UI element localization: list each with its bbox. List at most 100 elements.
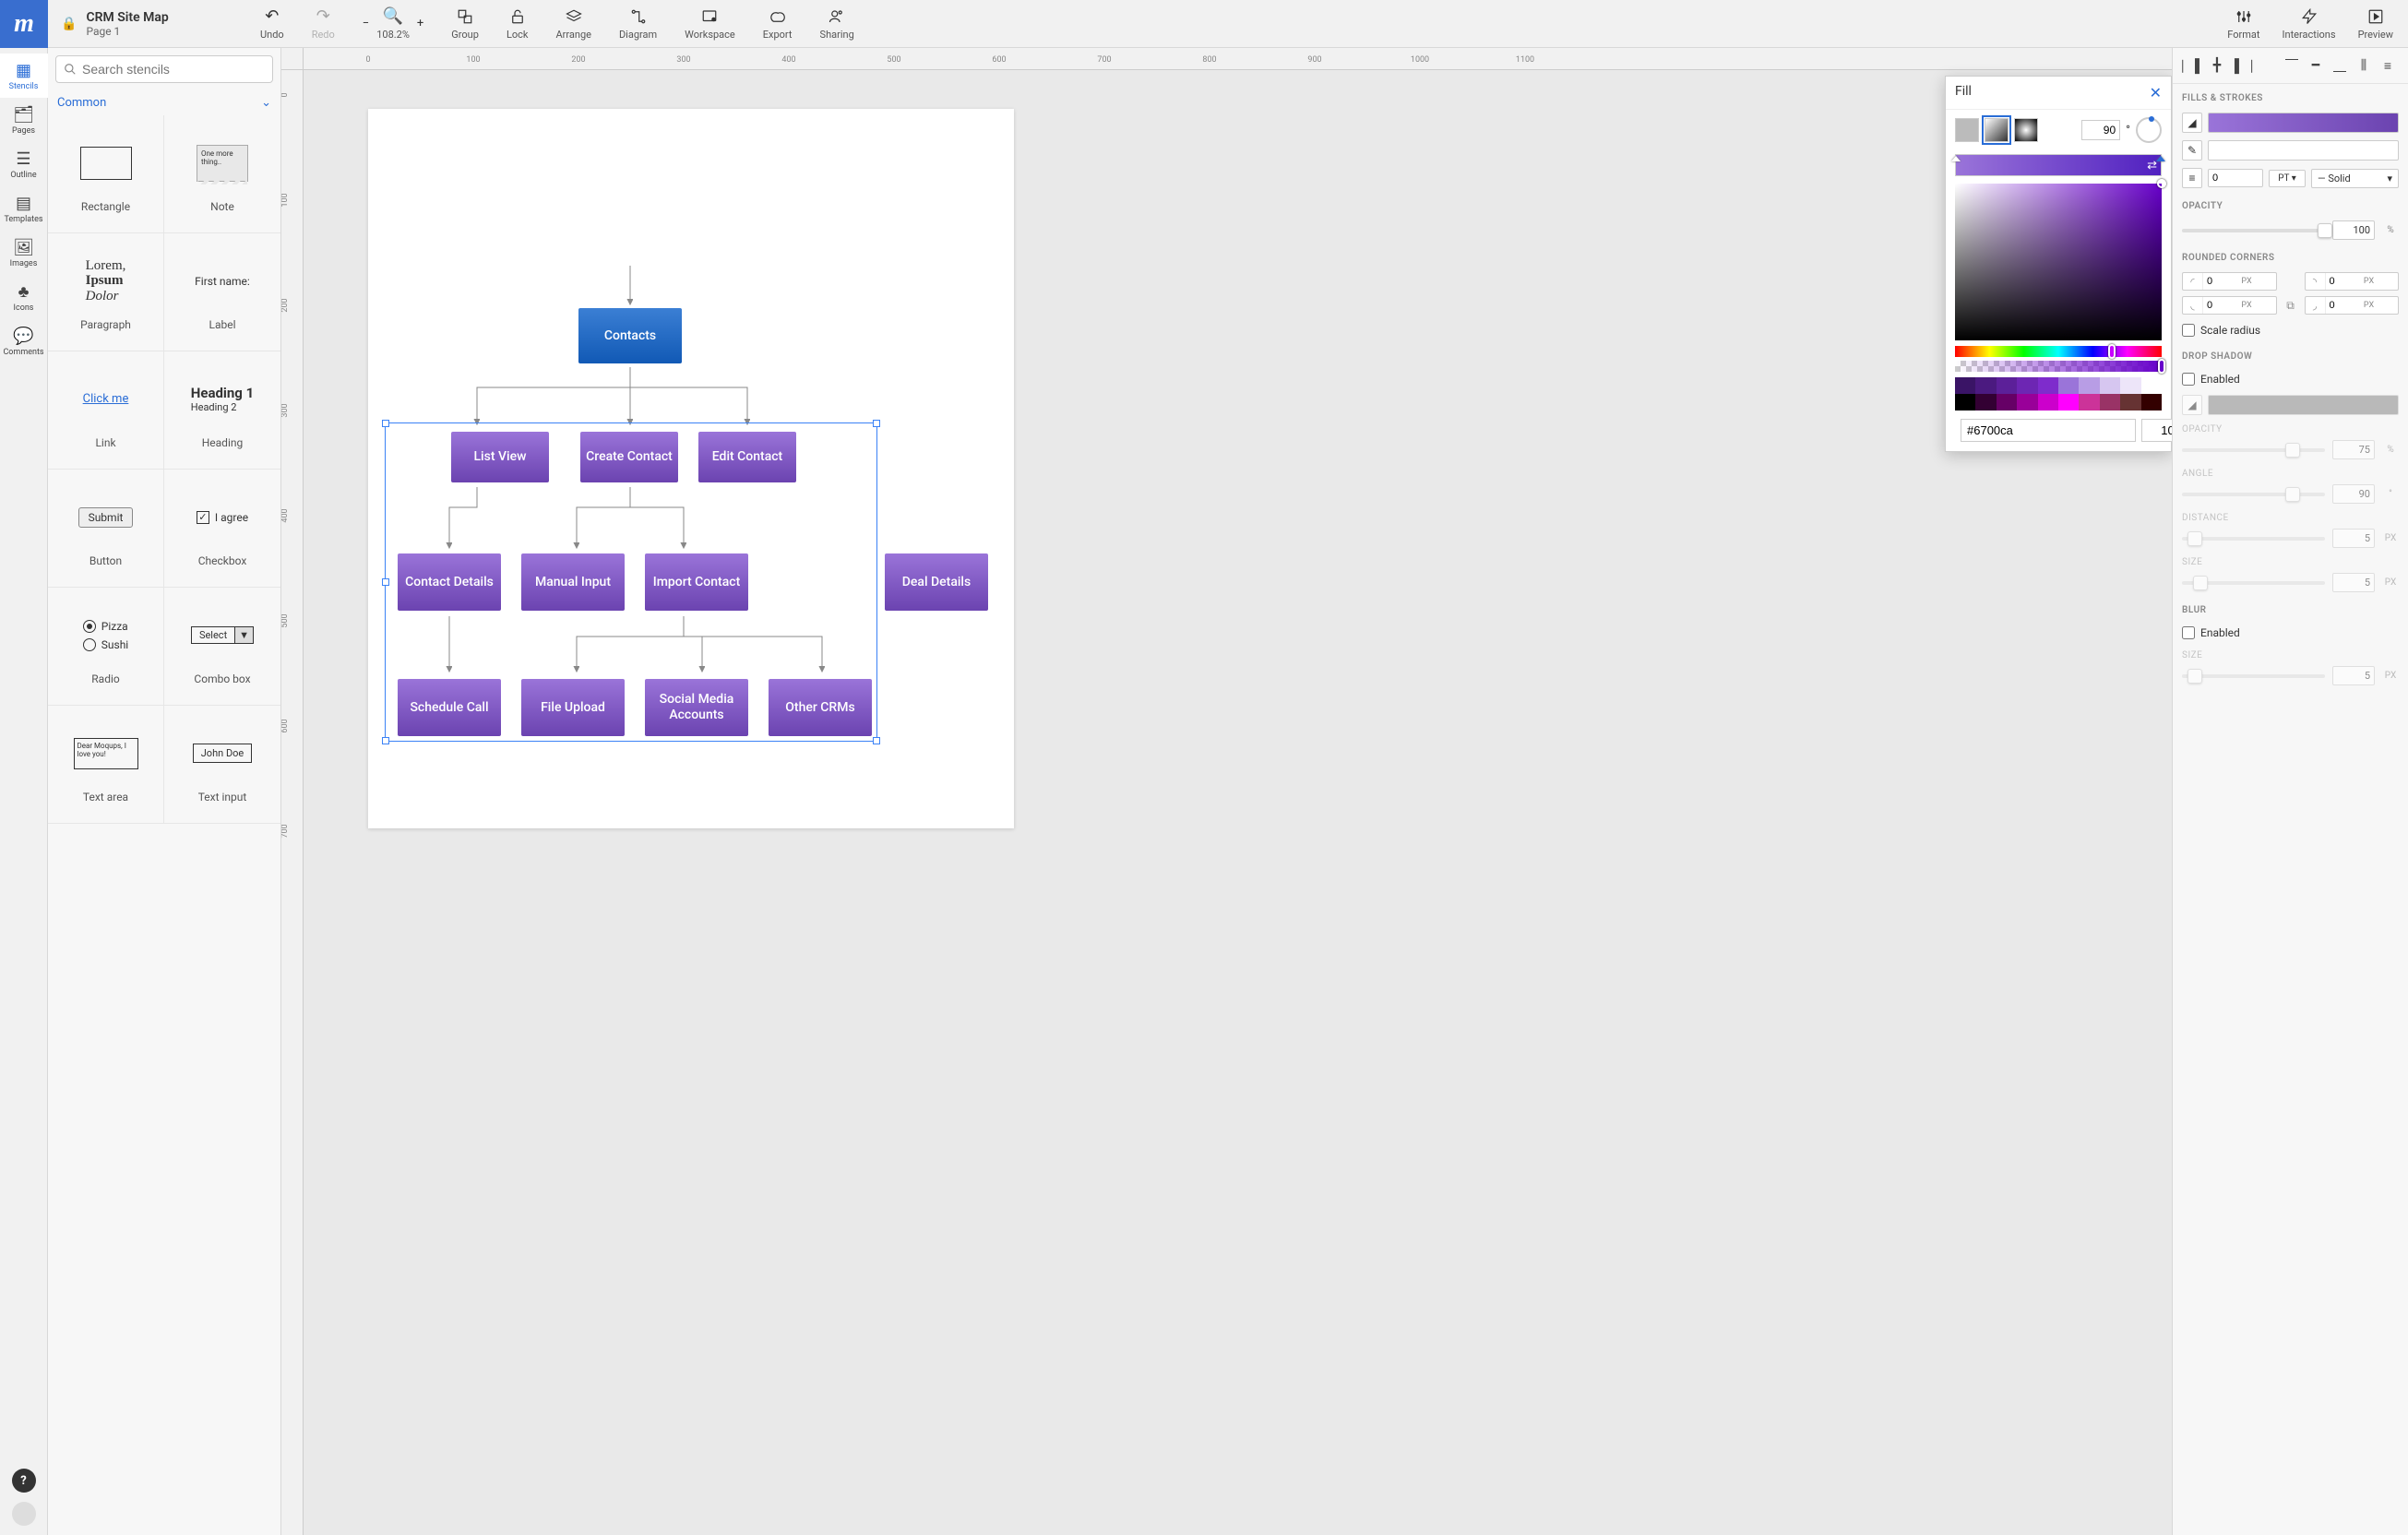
angle-dial[interactable] [2136,117,2162,143]
align-top-button[interactable]: ⎺ [2281,55,2303,76]
page-name[interactable]: Page 1 [86,25,168,38]
stroke-color-swatch[interactable] [2208,140,2399,161]
align-bottom-button[interactable]: ⎽ [2329,55,2351,76]
palette-swatch[interactable] [1997,394,2017,411]
palette-swatch[interactable] [1955,394,1975,411]
stencil-button[interactable]: SubmitButton [48,470,164,588]
node-dealdetails[interactable]: Deal Details [885,553,988,611]
link-corners-icon[interactable]: ⧉ [2283,299,2299,313]
palette-swatch[interactable] [2038,394,2058,411]
color-palette[interactable] [1955,377,2162,411]
shadow-distance-slider[interactable] [2182,537,2325,541]
palette-swatch[interactable] [2017,394,2037,411]
palette-swatch[interactable] [2079,394,2099,411]
rail-outline[interactable]: ☰Outline [0,142,48,186]
rail-images[interactable]: 🖼Images [0,231,48,275]
preview-button[interactable]: Preview [2358,7,2393,41]
palette-swatch[interactable] [2141,377,2162,394]
palette-swatch[interactable] [1955,377,1975,394]
stroke-width-input[interactable] [2208,169,2263,187]
rail-pages[interactable]: 🗂Pages [0,98,48,142]
opacity-value[interactable]: 100 [2332,220,2375,240]
stroke-unit-select[interactable]: PT ▾ [2269,170,2306,187]
palette-swatch[interactable] [2079,377,2099,394]
palette-swatch[interactable] [2058,394,2079,411]
stencil-label[interactable]: First name:Label [164,233,280,351]
gradient-angle-input[interactable] [2081,120,2120,140]
canvas-area[interactable]: 010020030040050060070080090010001100 010… [281,48,2172,1535]
palette-swatch[interactable] [2100,377,2120,394]
corner-tr-input[interactable]: ◝PX [2305,272,2400,291]
alpha-slider[interactable] [1955,361,2162,372]
export-button[interactable]: Export [763,7,793,41]
corner-tl-input[interactable]: ◜PX [2182,272,2277,291]
stencil-rectangle[interactable]: Rectangle [48,115,164,233]
zoom-out-button[interactable]: − [363,17,369,30]
palette-swatch[interactable] [2058,377,2079,394]
interactions-button[interactable]: Interactions [2283,7,2336,41]
shadow-angle-slider[interactable] [2182,493,2325,496]
lock-button[interactable]: Lock [507,7,529,41]
palette-swatch[interactable] [2100,394,2120,411]
alpha-input[interactable] [2141,419,2172,442]
node-manualinput[interactable]: Manual Input [521,553,625,611]
document-title[interactable]: CRM Site Map [86,10,168,25]
shadow-color-swatch[interactable] [2208,395,2399,415]
sharing-button[interactable]: Sharing [820,7,854,41]
app-logo[interactable]: m [0,0,48,48]
palette-swatch[interactable] [2038,377,2058,394]
node-fileupload[interactable]: File Upload [521,679,625,736]
node-contactdetails[interactable]: Contact Details [398,553,501,611]
node-schedulecall[interactable]: Schedule Call [398,679,501,736]
align-right-button[interactable]: ▐⎹ [2230,55,2252,76]
node-socialmedia[interactable]: Social Media Accounts [645,679,748,736]
hue-slider[interactable] [1955,346,2162,357]
stencil-link[interactable]: Click meLink [48,351,164,470]
corner-br-input[interactable]: ◞PX [2305,296,2400,315]
stencil-paragraph[interactable]: Lorem,IpsumDolorParagraph [48,233,164,351]
palette-swatch[interactable] [2141,394,2162,411]
redo-button[interactable]: ↷Redo [312,7,335,41]
rail-comments[interactable]: 💬Comments [0,319,48,363]
search-input[interactable] [55,55,273,83]
stencil-checkbox[interactable]: ✓I agreeCheckbox [164,470,280,588]
node-importcontact[interactable]: Import Contact [645,553,748,611]
stencil-section-header[interactable]: Common⌄ [48,90,280,115]
gradient-bar[interactable]: ⇄ [1955,154,2162,176]
palette-swatch[interactable] [1997,377,2017,394]
arrange-button[interactable]: Arrange [555,7,590,41]
workspace-button[interactable]: Workspace [685,7,735,41]
page-canvas[interactable]: Contacts List View Create Contact Edit C… [368,109,1014,828]
stencil-radio[interactable]: PizzaSushiRadio [48,588,164,706]
shadow-enabled-checkbox[interactable] [2182,373,2195,386]
distribute-h-button[interactable]: ⫼ [2353,55,2375,76]
palette-swatch[interactable] [1975,394,1996,411]
user-avatar[interactable] [12,1502,36,1526]
opacity-slider[interactable] [2182,229,2325,232]
stroke-style-select[interactable]: — Solid▾ [2311,169,2399,188]
align-middle-button[interactable]: ━ [2305,55,2327,76]
zoom-in-button[interactable]: + [417,17,423,30]
palette-swatch[interactable] [2120,394,2140,411]
node-listview[interactable]: List View [451,432,549,482]
zoom-control[interactable]: − 🔍108.2% + [363,7,424,41]
palette-swatch[interactable] [2120,377,2140,394]
palette-swatch[interactable] [1975,377,1996,394]
node-othercrms[interactable]: Other CRMs [769,679,872,736]
align-center-h-button[interactable]: ╋ [2206,55,2228,76]
gradient-stop-right[interactable] [2156,151,2165,181]
stencil-textinput[interactable]: John DoeText input [164,706,280,824]
diagram-button[interactable]: Diagram [619,7,657,41]
node-contacts[interactable]: Contacts [578,308,682,363]
blur-size-slider[interactable] [2182,674,2325,678]
stencil-textarea[interactable]: Dear Moqups, I love you!Text area [48,706,164,824]
blur-enabled-checkbox[interactable] [2182,626,2195,639]
shadow-opacity-slider[interactable] [2182,448,2325,452]
shadow-size-slider[interactable] [2182,581,2325,585]
color-saturation-area[interactable] [1955,184,2162,340]
gradient-stop-left[interactable] [1951,151,1961,181]
close-icon[interactable]: ✕ [2150,84,2162,101]
fill-mode-radial[interactable] [2014,118,2038,142]
distribute-v-button[interactable]: ≡ [2377,55,2399,76]
format-button[interactable]: Format [2227,7,2259,41]
